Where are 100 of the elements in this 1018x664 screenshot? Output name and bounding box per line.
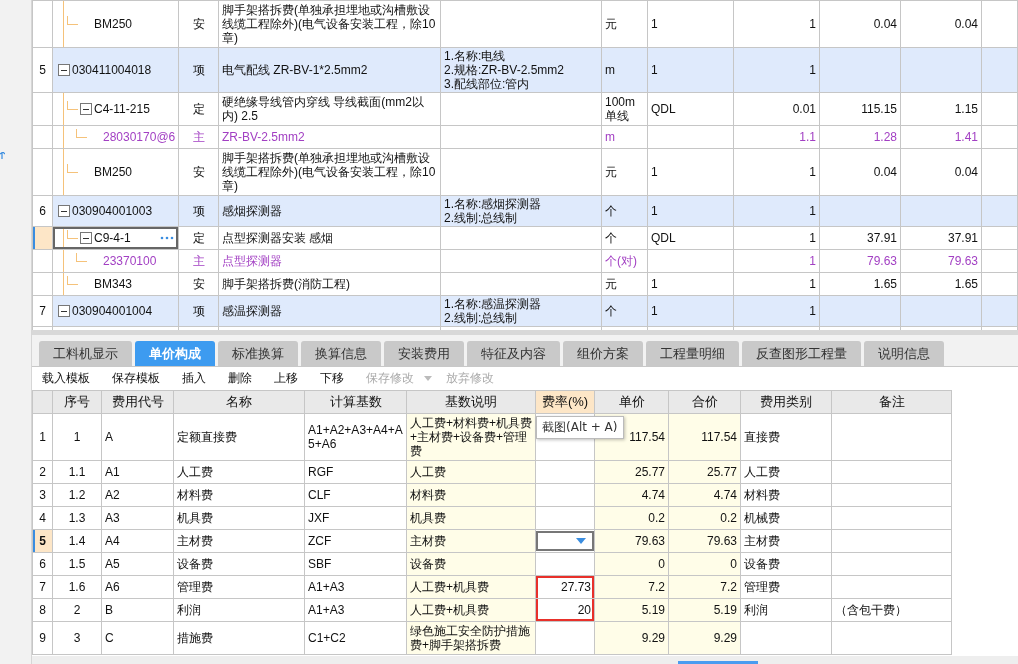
table-cell: 人工费+机具费: [410, 580, 489, 594]
collapse-toggle[interactable]: [80, 232, 92, 244]
tab[interactable]: 反查图形工程量: [742, 341, 861, 366]
collapse-toggle[interactable]: [58, 205, 70, 217]
table-cell: 定额直接费: [177, 430, 237, 444]
table-cell: 4.74: [641, 488, 665, 502]
item-code: BM250: [94, 17, 133, 31]
scrollbar[interactable]: [32, 656, 1018, 664]
expression-cell: 1: [651, 204, 658, 218]
collapse-toggle[interactable]: [58, 64, 70, 76]
table-cell: 1.5: [68, 557, 86, 571]
table-cell: 1.2: [68, 488, 86, 502]
dropdown-field[interactable]: [536, 531, 594, 551]
table-cell: 设备费: [744, 557, 780, 571]
unit-cell: 元: [605, 165, 617, 179]
table-cell: 2: [73, 603, 81, 617]
row-number: 8: [39, 603, 46, 617]
table-cell: 25.77: [634, 465, 665, 479]
total-cell: 37.91: [947, 231, 978, 245]
price-cell: 37.91: [866, 231, 897, 245]
caret-icon[interactable]: [576, 538, 586, 544]
unit-cell: 元: [605, 17, 617, 31]
column-header: 名称: [226, 394, 252, 409]
row-number: 5: [39, 534, 46, 548]
toolbar-button[interactable]: 上移: [272, 370, 308, 387]
item-name: 脚手架搭拆费(单独承担埋地或沟槽敷设线缆工程除外)(电气设备安装工程，除10章): [222, 151, 436, 193]
collapse-toggle[interactable]: [58, 305, 70, 317]
table-cell: A3: [105, 511, 120, 525]
item-name: 硬绝缘导线管内穿线 导线截面(mm2以内) 2.5: [222, 95, 424, 123]
quantity-cell: 1: [809, 231, 816, 245]
quantity-cell: 1.1: [799, 130, 816, 144]
table-cell: 4.74: [713, 488, 737, 502]
unit-cell: 个: [605, 231, 617, 245]
item-code: BM343: [94, 277, 133, 291]
table-cell: 7.2: [648, 580, 665, 594]
item-type: 安: [192, 277, 205, 291]
table-cell: 人工费: [744, 465, 780, 479]
feature-line: 1.名称:感温探测器: [444, 297, 543, 311]
table-cell: A1: [105, 465, 120, 479]
feature-line: 1.名称:电线: [444, 49, 507, 63]
table-cell: 0.2: [648, 511, 665, 525]
table-cell: 利润: [177, 603, 201, 617]
table-cell: 7.2: [720, 580, 737, 594]
unit-cell: 元: [605, 277, 617, 291]
table-cell: 管理费: [744, 580, 780, 594]
item-type: 项: [192, 204, 205, 218]
ellipsis-icon: [160, 236, 174, 240]
table-cell: C: [105, 631, 114, 645]
table-cell: 20: [577, 603, 591, 617]
quantity-cell: 1: [809, 277, 816, 291]
table-cell: 5.19: [641, 603, 665, 617]
table-cell: 人工费: [177, 465, 213, 479]
total-cell: 1.65: [954, 277, 978, 291]
unit-cell: 个: [605, 204, 617, 218]
table-cell: B: [105, 603, 113, 617]
row-number: 3: [39, 488, 46, 502]
feature-line: 2.规格:ZR-BV-2.5mm2: [444, 63, 566, 77]
toolbar-button[interactable]: 下移: [318, 370, 354, 387]
item-name: 感烟探测器: [222, 204, 282, 218]
item-name: 电气配线 ZR-BV-1*2.5mm2: [222, 63, 368, 77]
tab[interactable]: 标准换算: [218, 341, 298, 366]
table-cell: （含包干费）: [835, 603, 907, 617]
table-cell: 25.77: [706, 465, 737, 479]
toolbar-button[interactable]: 保存模板: [110, 370, 170, 387]
table-cell: CLF: [308, 488, 331, 502]
table-cell: 79.63: [706, 534, 737, 548]
toolbar-button[interactable]: 载入模板: [40, 370, 100, 387]
quantity-cell: 1: [809, 204, 816, 218]
table-cell: 机械费: [744, 511, 780, 525]
table-cell: 1.1: [68, 465, 86, 479]
item-type: 项: [192, 63, 205, 77]
row-number: 5: [39, 63, 46, 77]
toolbar-button[interactable]: 删除: [226, 370, 262, 387]
table-cell: 材料费: [744, 488, 780, 502]
tab[interactable]: 换算信息: [301, 341, 381, 366]
item-code: 030411004018: [72, 63, 152, 77]
scroll-thumb[interactable]: [678, 661, 758, 664]
tab[interactable]: 组价方案: [563, 341, 643, 366]
tab[interactable]: 特征及内容: [467, 341, 560, 366]
table-cell: 材料费: [177, 488, 213, 502]
table-cell: 1.4: [68, 534, 86, 548]
tab[interactable]: 工程量明细: [646, 341, 739, 366]
price-cell: 1.28: [873, 130, 897, 144]
table-cell: A1+A3: [308, 580, 345, 594]
expression-cell: QDL: [651, 102, 676, 116]
quantity-cell: 1: [809, 17, 816, 31]
table-cell: 机具费: [177, 511, 213, 525]
tab[interactable]: 说明信息: [864, 341, 944, 366]
table-cell: 利润: [744, 603, 768, 617]
unit-cell: 个: [605, 304, 617, 318]
tab[interactable]: 工料机显示: [39, 341, 132, 366]
row-number: 6: [39, 204, 46, 218]
toolbar-button[interactable]: 插入: [180, 370, 216, 387]
tooltip: 截图(Alt + A): [536, 416, 624, 439]
row-number: 4: [39, 511, 46, 525]
row-number: 7: [39, 580, 46, 594]
tab[interactable]: 安装费用: [384, 341, 464, 366]
quantity-cell: 1: [809, 63, 816, 77]
item-type: 安: [192, 17, 205, 31]
collapse-toggle[interactable]: [80, 103, 92, 115]
